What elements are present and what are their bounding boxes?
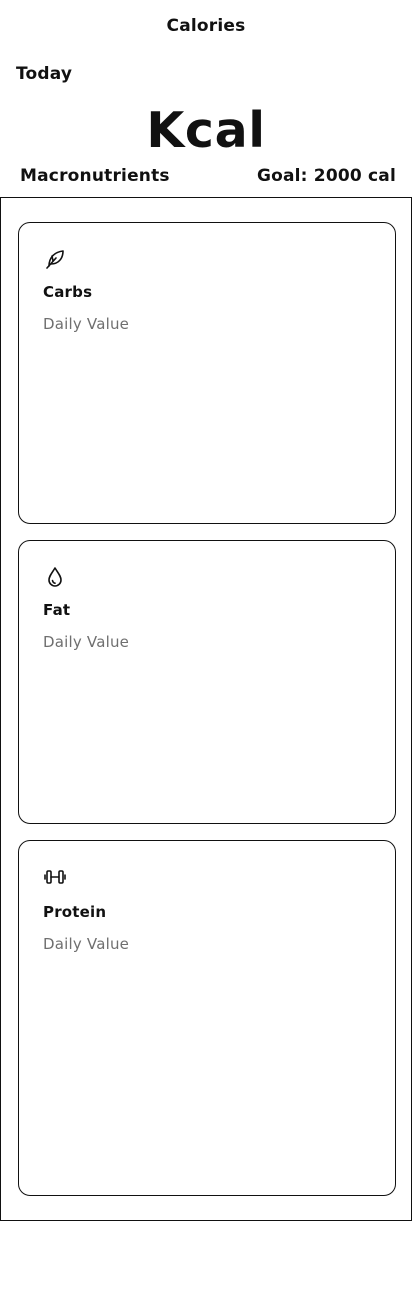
- leaf-icon: [43, 247, 67, 271]
- today-label: Today: [16, 64, 73, 84]
- fat-title: Fat: [43, 601, 71, 619]
- macronutrients-label: Macronutrients: [20, 166, 170, 186]
- protein-title: Protein: [43, 903, 107, 921]
- fat-daily-value: Daily Value: [43, 633, 130, 651]
- macronutrients-row: Macronutrients Goal: 2000 cal: [20, 166, 396, 186]
- carbs-card[interactable]: Carbs Daily Value: [18, 222, 396, 524]
- dumbbell-icon: [43, 865, 67, 889]
- kcal-value: Kcal: [146, 102, 266, 159]
- droplet-icon: [43, 565, 67, 589]
- page-title: Calories: [166, 16, 246, 36]
- goal-label: Goal: 2000 cal: [256, 166, 396, 186]
- protein-daily-value: Daily Value: [43, 935, 130, 953]
- protein-card[interactable]: Protein Daily Value: [18, 840, 396, 1196]
- carbs-title: Carbs: [43, 283, 93, 301]
- carbs-daily-value: Daily Value: [43, 315, 130, 333]
- fat-card[interactable]: Fat Daily Value: [18, 540, 396, 824]
- macronutrients-panel: Carbs Daily Value Fat Daily Value Protei…: [0, 197, 412, 1221]
